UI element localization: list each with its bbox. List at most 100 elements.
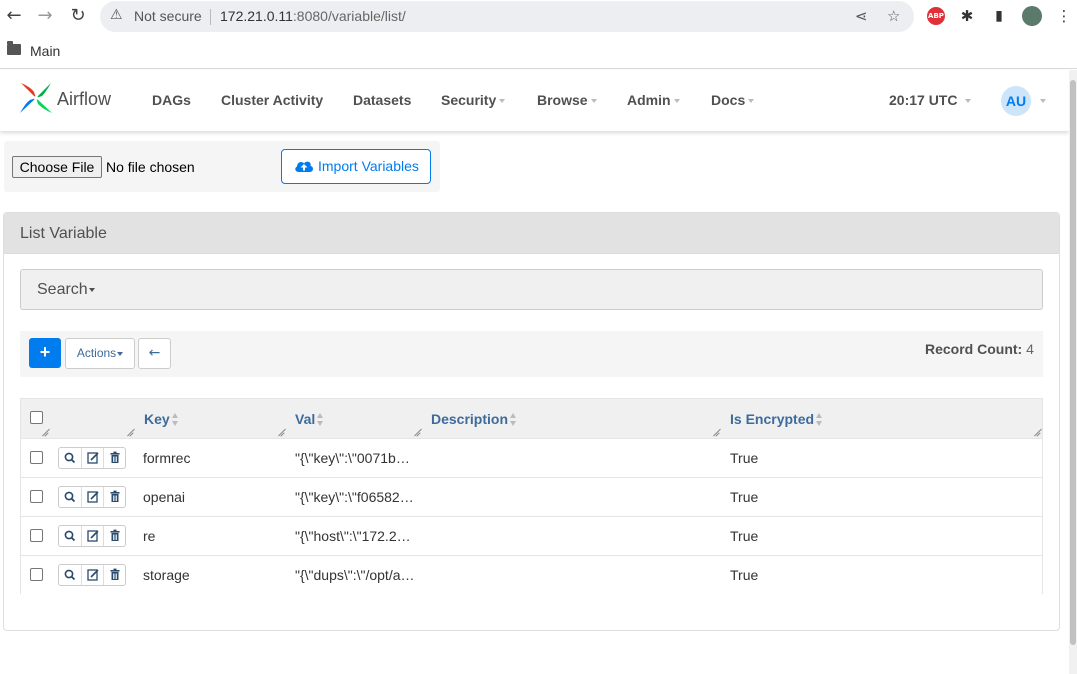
trash-icon (110, 529, 120, 541)
clock-label: 20:17 UTC (889, 92, 958, 108)
nav-security[interactable]: Security (441, 92, 506, 108)
nav-docs[interactable]: Docs (711, 92, 755, 108)
forward-arrow-icon[interactable]: → (34, 5, 56, 27)
edit-record-button[interactable] (81, 448, 103, 468)
resize-grip-icon[interactable] (712, 429, 720, 437)
nav-admin[interactable]: Admin (627, 92, 680, 108)
actions-dropdown[interactable]: Actions (65, 338, 135, 369)
airflow-logo-icon[interactable] (18, 80, 54, 116)
trash-icon (110, 451, 120, 463)
view-record-button[interactable] (59, 565, 81, 585)
search-icon (64, 452, 76, 464)
sort-icon (171, 413, 179, 426)
delete-record-button[interactable] (103, 448, 125, 468)
reload-icon[interactable]: ↻ (67, 5, 89, 27)
utc-clock[interactable]: 20:17 UTC (889, 92, 972, 108)
panel-title: List Variable (20, 225, 107, 242)
resize-grip-icon[interactable] (277, 429, 285, 437)
select-all-checkbox[interactable] (30, 411, 43, 424)
row-checkbox[interactable] (30, 529, 43, 542)
resize-grip-icon[interactable] (1033, 429, 1041, 437)
resize-grip-icon[interactable] (126, 429, 134, 437)
delete-record-button[interactable] (103, 565, 125, 585)
user-avatar[interactable]: AU (1001, 86, 1031, 116)
header-val-label: Val (295, 411, 316, 427)
edit-record-button[interactable] (81, 526, 103, 546)
sidepanel-icon[interactable]: ▮ (989, 6, 1009, 26)
nav-dags[interactable]: DAGs (152, 92, 191, 108)
edit-record-button[interactable] (81, 565, 103, 585)
bookmark-star-icon[interactable]: ☆ (887, 7, 900, 25)
header-description-label: Description (431, 411, 509, 427)
cell-val: "{\"host\":\"172.2… (295, 528, 411, 544)
chevron-down-icon (88, 287, 95, 292)
browser-menu-icon[interactable]: ⋮ (1054, 6, 1074, 26)
share-icon[interactable]: ⋖ (855, 7, 868, 25)
header-description[interactable]: Description (431, 411, 517, 427)
view-record-button[interactable] (59, 448, 81, 468)
chevron-down-icon[interactable] (1040, 99, 1046, 103)
resize-grip-icon[interactable] (41, 429, 49, 437)
add-variable-button[interactable]: + (29, 338, 61, 368)
header-key-label: Key (144, 411, 170, 427)
chevron-down-icon (748, 99, 755, 104)
cell-val: "{\"key\":\"f06582… (295, 489, 414, 505)
airflow-brand[interactable]: Airflow (57, 89, 111, 110)
edit-record-button[interactable] (81, 487, 103, 507)
view-record-button[interactable] (59, 526, 81, 546)
nav-security-label: Security (441, 92, 497, 108)
table-row: storage "{\"dups\":\"/opt/a… True (21, 555, 1042, 594)
extensions-puzzle-icon[interactable]: ✱ (957, 6, 977, 26)
table-row: openai "{\"key\":\"f06582… True (21, 477, 1042, 516)
search-text: Search (37, 281, 88, 298)
file-status: No file chosen (106, 159, 195, 175)
nav-browse[interactable]: Browse (537, 92, 597, 108)
scrollbar-thumb[interactable] (1070, 80, 1076, 645)
delete-record-button[interactable] (103, 487, 125, 507)
search-icon (64, 530, 76, 542)
nav-datasets-label: Datasets (353, 92, 412, 108)
url-path: :8080/variable/list/ (292, 8, 406, 24)
back-arrow-icon[interactable]: ← (3, 5, 25, 27)
nav-admin-label: Admin (627, 92, 671, 108)
cell-val: "{\"dups\":\"/opt/a… (295, 567, 415, 583)
address-bar[interactable]: ⚠ Not secure 172.21.0.11:8080/variable/l… (100, 1, 914, 32)
warning-icon: ⚠ (110, 7, 123, 23)
nav-cluster-activity[interactable]: Cluster Activity (221, 92, 323, 108)
chevron-down-icon (965, 99, 972, 104)
view-record-button[interactable] (59, 487, 81, 507)
bookmarks-bar: Main (0, 33, 1077, 69)
header-key[interactable]: Key (144, 411, 179, 427)
security-label: Not secure (134, 8, 202, 24)
nav-docs-label: Docs (711, 92, 746, 108)
chevron-down-icon (499, 99, 506, 104)
bookmark-main[interactable]: Main (30, 43, 60, 59)
variables-table: Key Val Description Is Encrypted formrec… (20, 398, 1043, 594)
record-count-label: Record Count: (925, 341, 1023, 357)
adblock-icon[interactable]: ABP (927, 7, 945, 25)
cell-val: "{\"key\":\"0071b… (295, 450, 410, 466)
chevron-down-icon (590, 99, 597, 104)
chevron-down-icon (673, 99, 680, 104)
choose-file-button[interactable]: Choose File (12, 156, 102, 178)
row-checkbox[interactable] (30, 568, 43, 581)
cell-key: re (143, 528, 156, 544)
import-variables-label: Import Variables (318, 158, 419, 174)
edit-icon (87, 530, 99, 542)
resize-grip-icon[interactable] (413, 429, 421, 437)
back-button[interactable]: ← (138, 338, 171, 369)
url-text[interactable]: 172.21.0.11:8080/variable/list/ (220, 8, 406, 24)
import-variables-button[interactable]: Import Variables (281, 149, 431, 184)
row-checkbox[interactable] (30, 490, 43, 503)
row-checkbox[interactable] (30, 451, 43, 464)
address-divider (210, 9, 211, 25)
delete-record-button[interactable] (103, 526, 125, 546)
cell-key: openai (143, 489, 186, 505)
header-val[interactable]: Val (295, 411, 324, 427)
airflow-navbar: Airflow DAGs Cluster Activity Datasets S… (0, 70, 1069, 131)
nav-datasets[interactable]: Datasets (353, 92, 411, 108)
profile-avatar-icon[interactable] (1022, 6, 1042, 26)
trash-icon (110, 490, 120, 502)
search-toggle[interactable]: Search (20, 269, 1043, 310)
header-is-encrypted[interactable]: Is Encrypted (730, 411, 823, 427)
